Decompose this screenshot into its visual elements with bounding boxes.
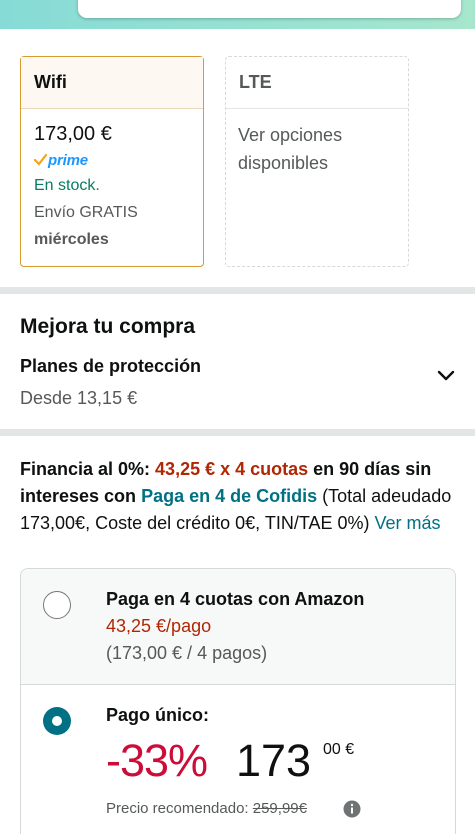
price-whole: 173 [236, 735, 312, 786]
variant-title: Wifi [21, 57, 203, 109]
list-price-value: 259,99€ [252, 800, 307, 817]
option-title: Paga en 4 cuotas con Amazon [106, 589, 365, 609]
prime-label: prime [48, 151, 88, 169]
prime-check-icon [34, 154, 47, 166]
section-divider [0, 429, 475, 436]
upsell-title: Mejora tu compra [20, 315, 196, 338]
variant-body: 173,00 € prime En stock. Envío GRATIS mi… [21, 109, 203, 265]
financing-installments: 43,25 € x 4 cuotas [155, 459, 309, 479]
variant-title: LTE [226, 57, 408, 109]
option-price: 43,25 €/pago [106, 616, 212, 636]
section-divider [0, 287, 475, 294]
see-more-link[interactable]: Ver más [375, 513, 441, 533]
payment-option-installments[interactable]: Paga en 4 cuotas con Amazon 43,25 €/pago… [21, 569, 455, 685]
radio-selected[interactable] [43, 707, 71, 735]
variant-card-wifi[interactable]: Wifi 173,00 € prime En stock. Envío GRAT… [20, 56, 204, 267]
financing-text: Financia al 0%: 43,25 € x 4 cuotas en 90… [20, 456, 460, 537]
discount-percent: -33% [106, 735, 208, 786]
variant-options-text: Ver opciones disponibles [238, 125, 343, 173]
prime-badge: prime [34, 148, 203, 172]
protection-label: Planes de protección [20, 356, 202, 376]
search-input[interactable] [78, 0, 461, 18]
stock-status: En stock. [34, 177, 100, 194]
price-cents: 00 € [323, 741, 355, 758]
payment-options: Paga en 4 cuotas con Amazon 43,25 €/pago… [20, 568, 456, 834]
protection-plans-dropdown[interactable]: Planes de protección Desde 13,15 € [0, 352, 475, 422]
chevron-down-icon[interactable] [437, 370, 455, 382]
info-icon[interactable] [343, 800, 361, 818]
financing-provider-link[interactable]: Paga en 4 de Cofidis [141, 486, 317, 506]
shipping-info: Envío GRATIS [34, 204, 138, 221]
list-price-label: Precio recomendado: [106, 800, 253, 817]
protection-price: Desde 13,15 € [20, 388, 138, 408]
payment-option-single[interactable]: Pago único: -33% 173 00 € Precio recomen… [21, 685, 455, 834]
header-band [0, 0, 475, 29]
variant-card-lte[interactable]: LTE Ver opciones disponibles [225, 56, 409, 267]
radio-unselected[interactable] [43, 591, 71, 619]
option-title: Pago único: [106, 705, 209, 725]
financing-prefix: Financia al 0%: [20, 459, 156, 479]
list-price: Precio recomendado: 259,99€ [106, 800, 307, 817]
variant-price: 173,00 € [34, 123, 112, 145]
delivery-day: miércoles [34, 231, 109, 248]
option-detail: (173,00 € / 4 pagos) [106, 643, 268, 663]
